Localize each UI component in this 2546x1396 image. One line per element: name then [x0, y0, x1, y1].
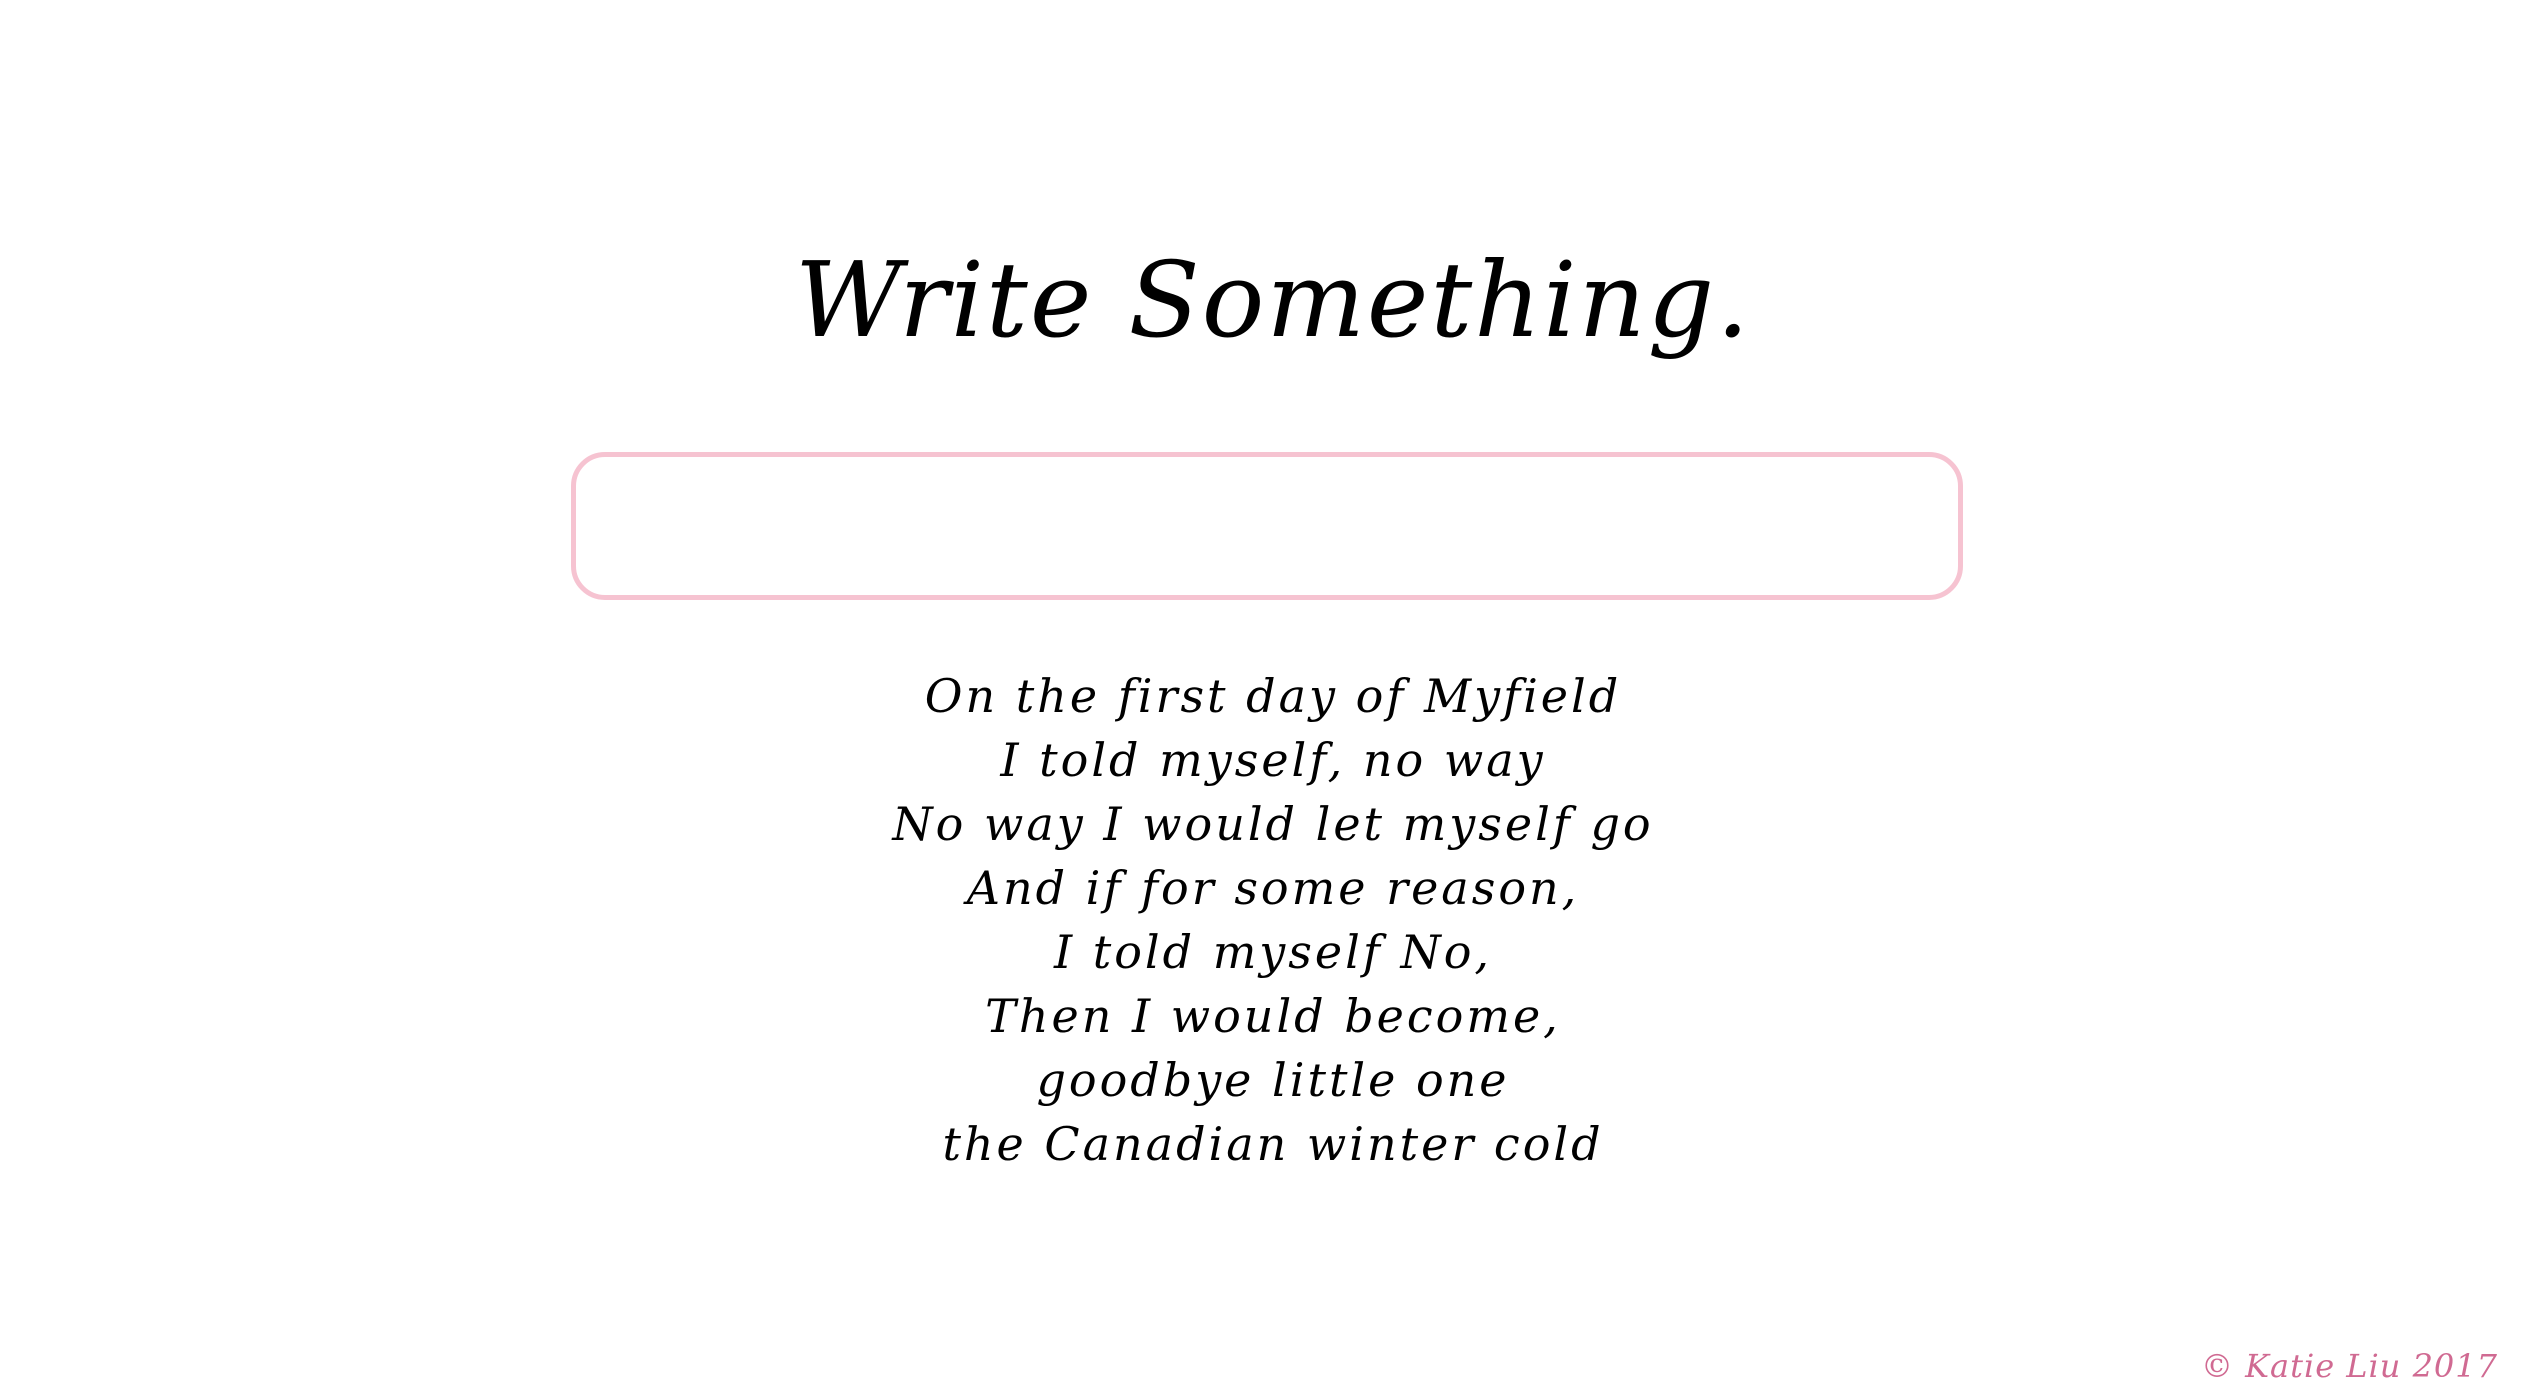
poem-line: On the first day of Myfield: [924, 669, 1622, 723]
write-input[interactable]: [576, 457, 1958, 595]
poem-line: I told myself No,: [1053, 925, 1493, 979]
poem-line: the Canadian winter cold: [942, 1117, 1604, 1171]
poem-line: Then I would become,: [985, 989, 1561, 1043]
write-input-container[interactable]: [571, 452, 1963, 600]
poem-line: I told myself, no way: [1000, 733, 1546, 787]
copyright-notice: © Katie Liu 2017: [2200, 1347, 2498, 1385]
poem-line: goodbye little one: [1036, 1053, 1510, 1107]
poem-line: And if for some reason,: [966, 861, 1580, 915]
poem: On the first day of Myfield I told mysel…: [0, 664, 2546, 1176]
page-title: Write Something.: [794, 239, 1752, 361]
poem-line: No way I would let myself go: [892, 797, 1654, 851]
